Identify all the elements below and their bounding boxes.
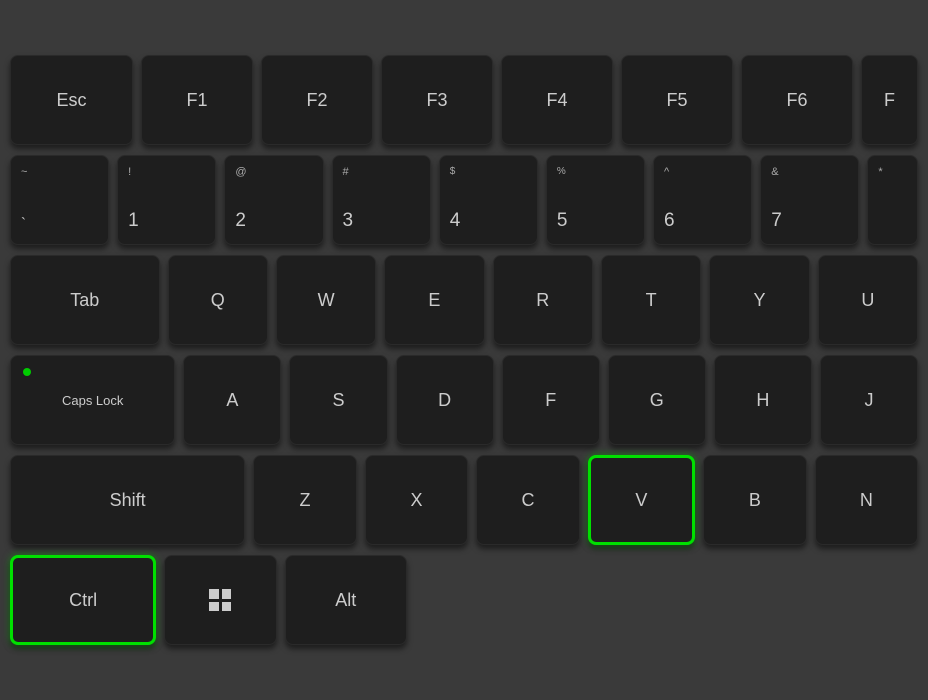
key-f[interactable]: F [502,355,600,445]
qwerty-row: Tab Q W E R T Y U [10,255,918,345]
key-u[interactable]: U [818,255,918,345]
key-j[interactable]: J [820,355,918,445]
key-g[interactable]: G [608,355,706,445]
number-row: ~ ` ! 1 @ 2 # 3 $ 4 % 5 ^ 6 & 7 [10,155,918,245]
key-b[interactable]: B [703,455,806,545]
key-esc[interactable]: Esc [10,55,133,145]
key-t[interactable]: T [601,255,701,345]
key-c[interactable]: C [476,455,579,545]
key-5[interactable]: % 5 [546,155,645,245]
key-1[interactable]: ! 1 [117,155,216,245]
key-capslock[interactable]: Caps Lock [10,355,175,445]
function-row: Esc F1 F2 F3 F4 F5 F6 F [10,55,918,145]
key-z[interactable]: Z [253,455,356,545]
key-win[interactable] [164,555,276,645]
caps-lock-indicator [23,368,31,376]
key-backtick[interactable]: ~ ` [10,155,109,245]
zxcv-row: Shift Z X C V B N [10,455,918,545]
key-v[interactable]: V [588,455,695,545]
key-4[interactable]: $ 4 [439,155,538,245]
key-r[interactable]: R [493,255,593,345]
key-w[interactable]: W [276,255,376,345]
key-6[interactable]: ^ 6 [653,155,752,245]
key-f2[interactable]: F2 [261,55,373,145]
bottom-row: Ctrl Alt [10,555,918,645]
key-f6[interactable]: F6 [741,55,853,145]
key-n[interactable]: N [815,455,918,545]
key-a[interactable]: A [183,355,281,445]
key-8-partial[interactable]: * [867,155,918,245]
key-2[interactable]: @ 2 [224,155,323,245]
key-alt[interactable]: Alt [285,555,407,645]
key-tab[interactable]: Tab [10,255,160,345]
key-3[interactable]: # 3 [332,155,431,245]
key-e[interactable]: E [384,255,484,345]
key-shift[interactable]: Shift [10,455,245,545]
key-q[interactable]: Q [168,255,268,345]
key-7[interactable]: & 7 [760,155,859,245]
key-f7-partial[interactable]: F [861,55,918,145]
key-h[interactable]: H [714,355,812,445]
key-x[interactable]: X [365,455,468,545]
key-f1[interactable]: F1 [141,55,253,145]
key-f5[interactable]: F5 [621,55,733,145]
key-y[interactable]: Y [709,255,809,345]
key-d[interactable]: D [396,355,494,445]
key-s[interactable]: S [289,355,387,445]
asdf-row: Caps Lock A S D F G H J [10,355,918,445]
keyboard: Esc F1 F2 F3 F4 F5 F6 F ~ ` ! 1 [0,0,928,700]
windows-icon [209,589,231,611]
key-f3[interactable]: F3 [381,55,493,145]
key-ctrl[interactable]: Ctrl [10,555,156,645]
key-f4[interactable]: F4 [501,55,613,145]
